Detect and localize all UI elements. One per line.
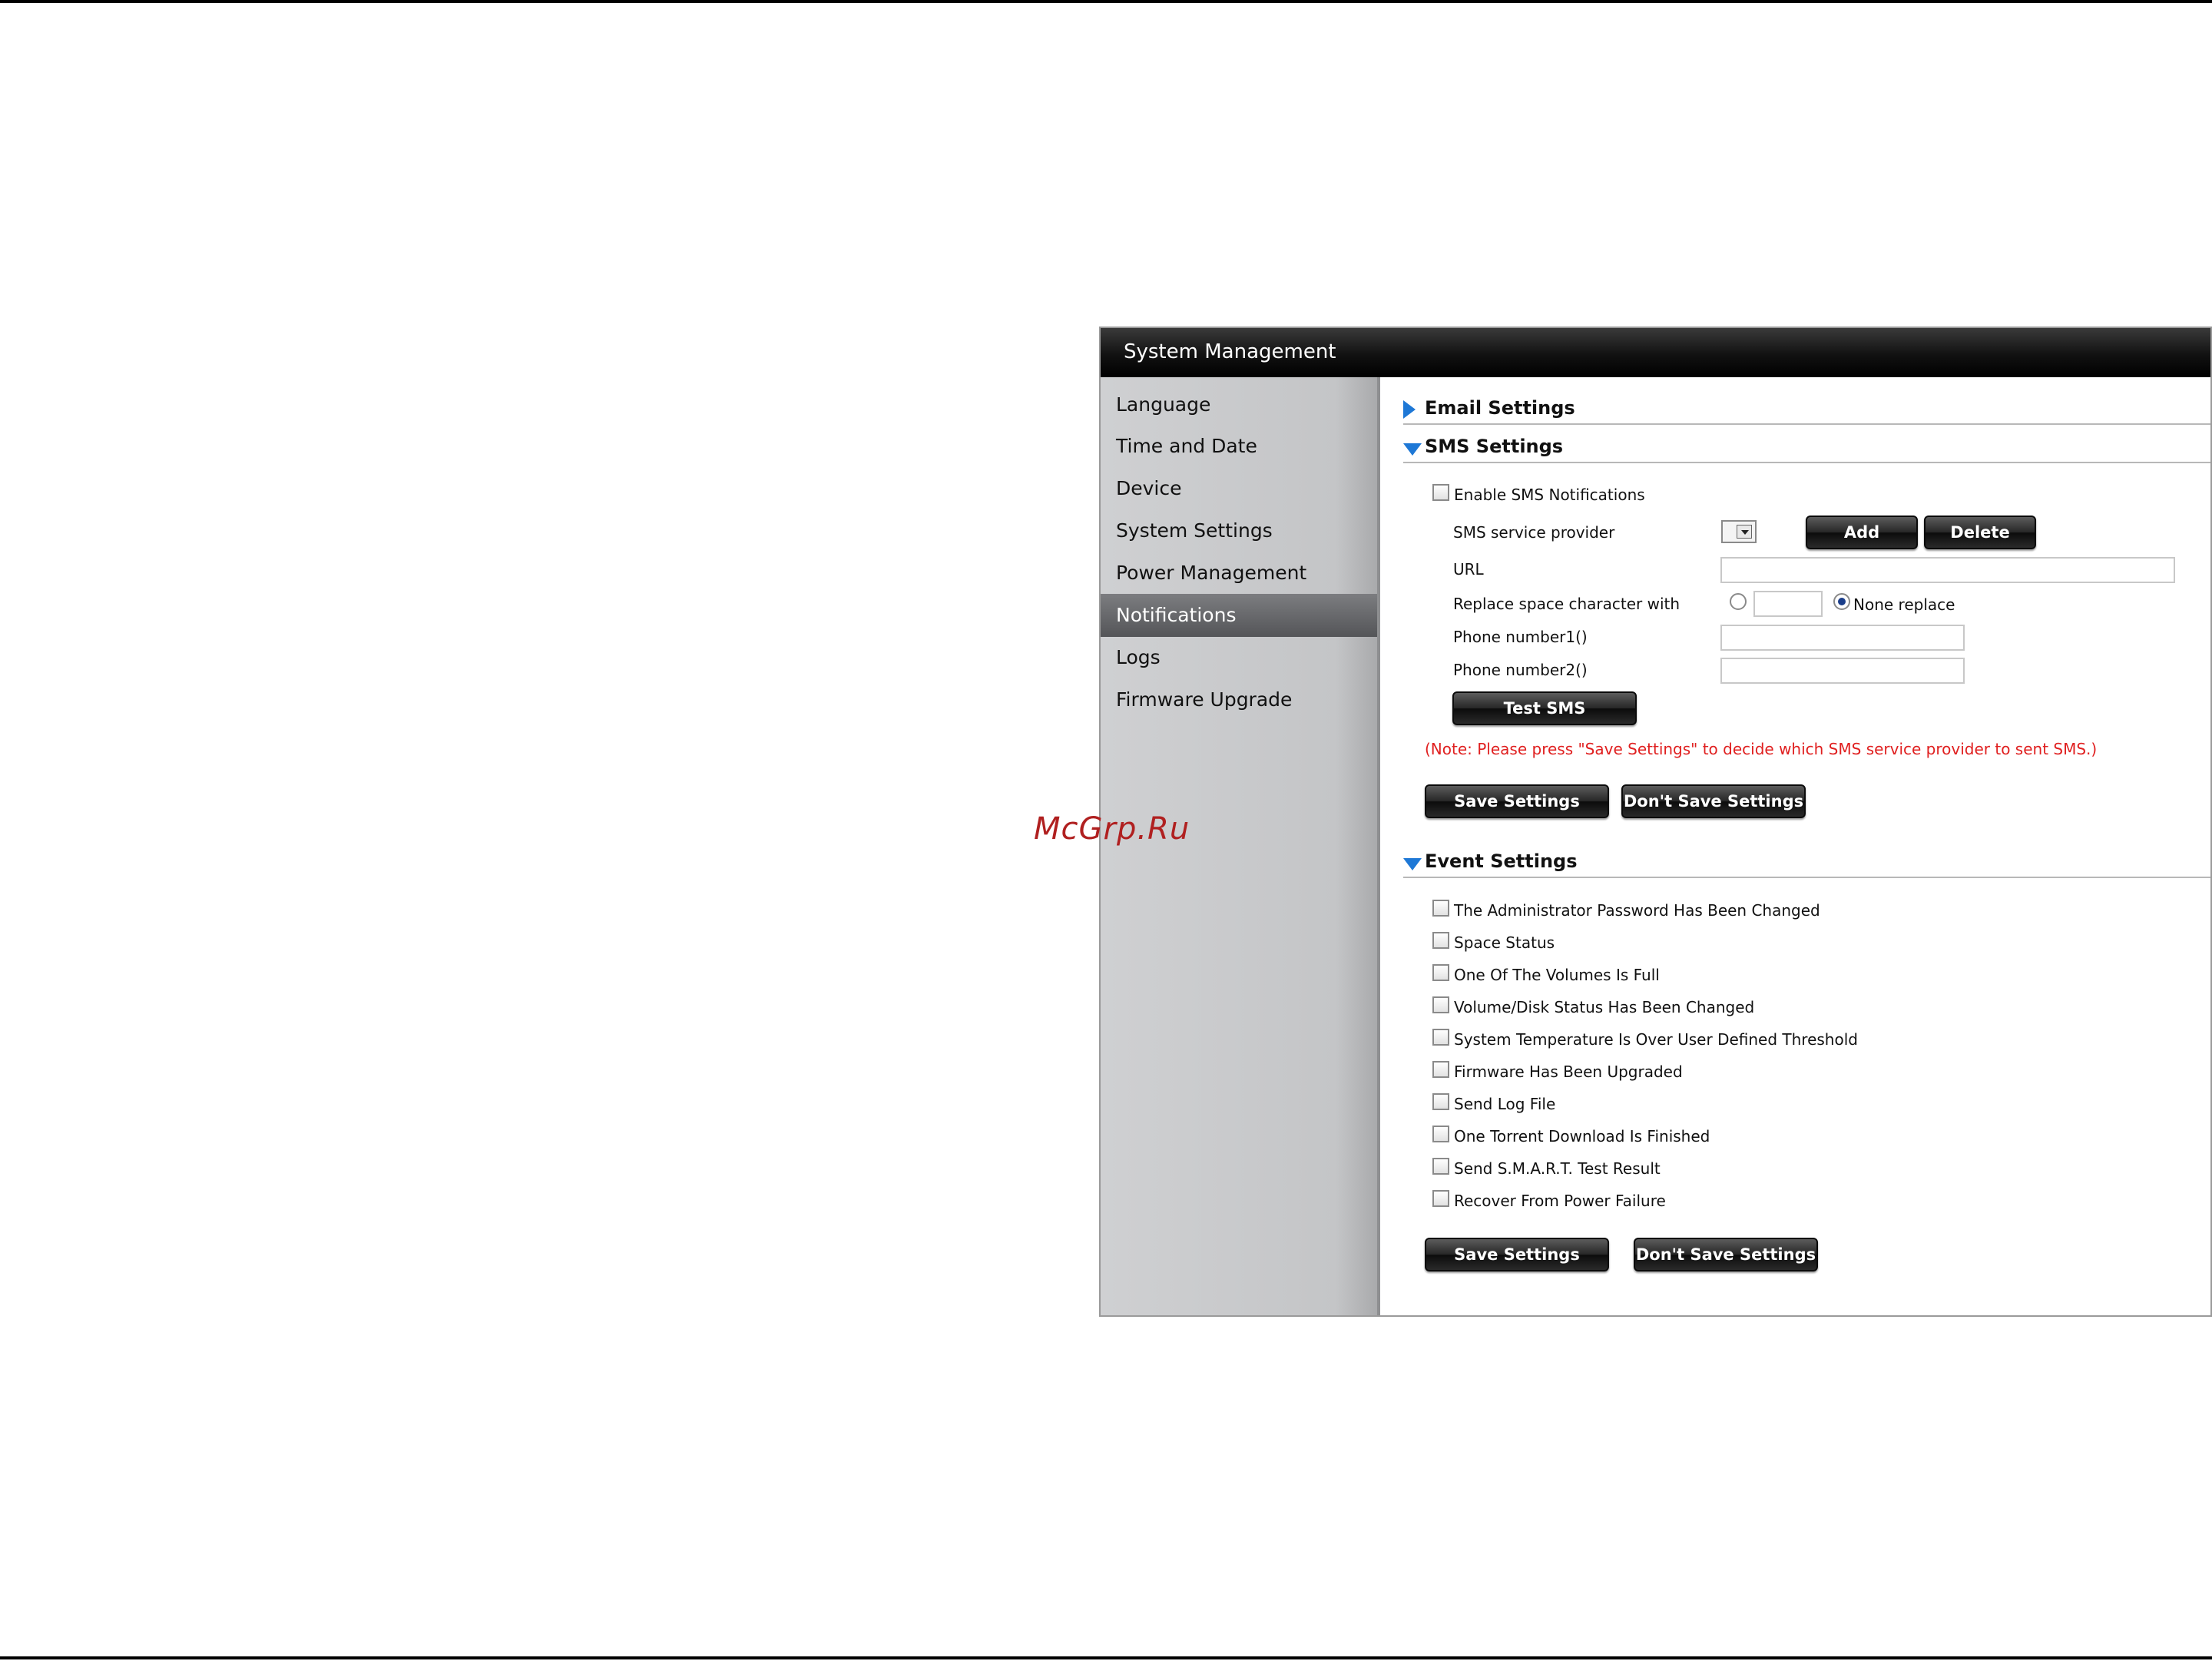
sidebar-item-device[interactable]: Device: [1101, 467, 1377, 510]
sms-provider-label: SMS service provider: [1453, 523, 1615, 542]
phone-number-1-label: Phone number1(): [1453, 628, 1588, 646]
event-dont-save-settings-button[interactable]: Don't Save Settings: [1634, 1238, 1818, 1271]
event-label: Space Status: [1454, 933, 1555, 952]
none-replace-radio[interactable]: [1833, 593, 1850, 610]
replace-character-input[interactable]: [1753, 591, 1823, 617]
delete-provider-button[interactable]: Delete: [1924, 516, 2036, 549]
none-replace-label: None replace: [1853, 595, 1955, 614]
sms-save-settings-button[interactable]: Save Settings: [1425, 784, 1609, 818]
sidebar-item-power-management[interactable]: Power Management: [1101, 552, 1377, 595]
event-checkbox[interactable]: [1432, 964, 1449, 981]
event-checkbox[interactable]: [1432, 996, 1449, 1013]
event-checkbox[interactable]: [1432, 1093, 1449, 1110]
email-settings-title: Email Settings: [1425, 397, 1575, 419]
event-settings-header[interactable]: Event Settings: [1403, 847, 2210, 878]
window-title: System Management: [1124, 340, 1336, 363]
expand-arrow-icon: [1403, 400, 1416, 419]
sms-settings-header[interactable]: SMS Settings: [1403, 433, 2210, 463]
event-settings-title: Event Settings: [1425, 850, 1578, 872]
event-checkbox[interactable]: [1432, 1029, 1449, 1046]
event-label: Recover From Power Failure: [1454, 1192, 1666, 1210]
sidebar-item-firmware-upgrade[interactable]: Firmware Upgrade: [1101, 678, 1377, 721]
event-checkbox[interactable]: [1432, 1061, 1449, 1078]
event-label: Volume/Disk Status Has Been Changed: [1454, 998, 1755, 1016]
event-checkbox[interactable]: [1432, 1190, 1449, 1207]
enable-sms-checkbox[interactable]: [1432, 484, 1449, 501]
watermark-text: McGrp.Ru: [1034, 811, 1190, 847]
phone-number-1-input[interactable]: [1720, 625, 1965, 651]
sidebar-item-notifications[interactable]: Notifications: [1101, 594, 1377, 637]
event-checkbox[interactable]: [1432, 1158, 1449, 1175]
event-label: Send S.M.A.R.T. Test Result: [1454, 1159, 1661, 1178]
sidebar-item-logs[interactable]: Logs: [1101, 636, 1377, 679]
url-input[interactable]: [1720, 557, 2175, 583]
window-titlebar: System Management: [1101, 328, 2210, 377]
sidebar-item-language[interactable]: Language: [1101, 383, 1377, 426]
sms-dont-save-settings-button[interactable]: Don't Save Settings: [1621, 784, 1806, 818]
url-label: URL: [1453, 560, 1484, 579]
sidebar-item-time-and-date[interactable]: Time and Date: [1101, 425, 1377, 468]
notifications-content: Email Settings SMS Settings Enable SMS N…: [1380, 377, 2210, 1315]
page-bottom-rule: [0, 1656, 2212, 1659]
sms-note: (Note: Please press "Save Settings" to d…: [1425, 740, 2098, 758]
event-label: System Temperature Is Over User Defined …: [1454, 1030, 1858, 1049]
replace-space-label: Replace space character with: [1453, 595, 1681, 613]
event-label: One Torrent Download Is Finished: [1454, 1127, 1710, 1145]
event-label: One Of The Volumes Is Full: [1454, 966, 1660, 984]
event-save-settings-button[interactable]: Save Settings: [1425, 1238, 1609, 1271]
sidebar-nav: Language Time and Date Device System Set…: [1101, 377, 1380, 1315]
event-checkbox[interactable]: [1432, 900, 1449, 917]
phone-number-2-label: Phone number2(): [1453, 661, 1588, 679]
sms-provider-select[interactable]: [1721, 520, 1757, 543]
replace-with-radio[interactable]: [1730, 593, 1747, 610]
event-checkbox[interactable]: [1432, 1126, 1449, 1142]
page-top-rule: [0, 0, 2212, 3]
collapse-arrow-icon: [1403, 858, 1422, 870]
sms-settings-title: SMS Settings: [1425, 436, 1564, 457]
event-checkbox[interactable]: [1432, 932, 1449, 949]
system-management-window: System Management Language Time and Date…: [1099, 327, 2212, 1317]
event-label: Send Log File: [1454, 1095, 1556, 1113]
chevron-down-icon: [1737, 525, 1752, 539]
test-sms-button[interactable]: Test SMS: [1452, 691, 1637, 725]
sidebar-item-system-settings[interactable]: System Settings: [1101, 509, 1377, 552]
event-label: Firmware Has Been Upgraded: [1454, 1063, 1683, 1081]
collapse-arrow-icon: [1403, 443, 1422, 456]
event-label: The Administrator Password Has Been Chan…: [1454, 901, 1820, 920]
phone-number-2-input[interactable]: [1720, 658, 1965, 684]
email-settings-header[interactable]: Email Settings: [1403, 394, 2210, 425]
enable-sms-label: Enable SMS Notifications: [1454, 486, 1645, 504]
add-provider-button[interactable]: Add: [1806, 516, 1918, 549]
